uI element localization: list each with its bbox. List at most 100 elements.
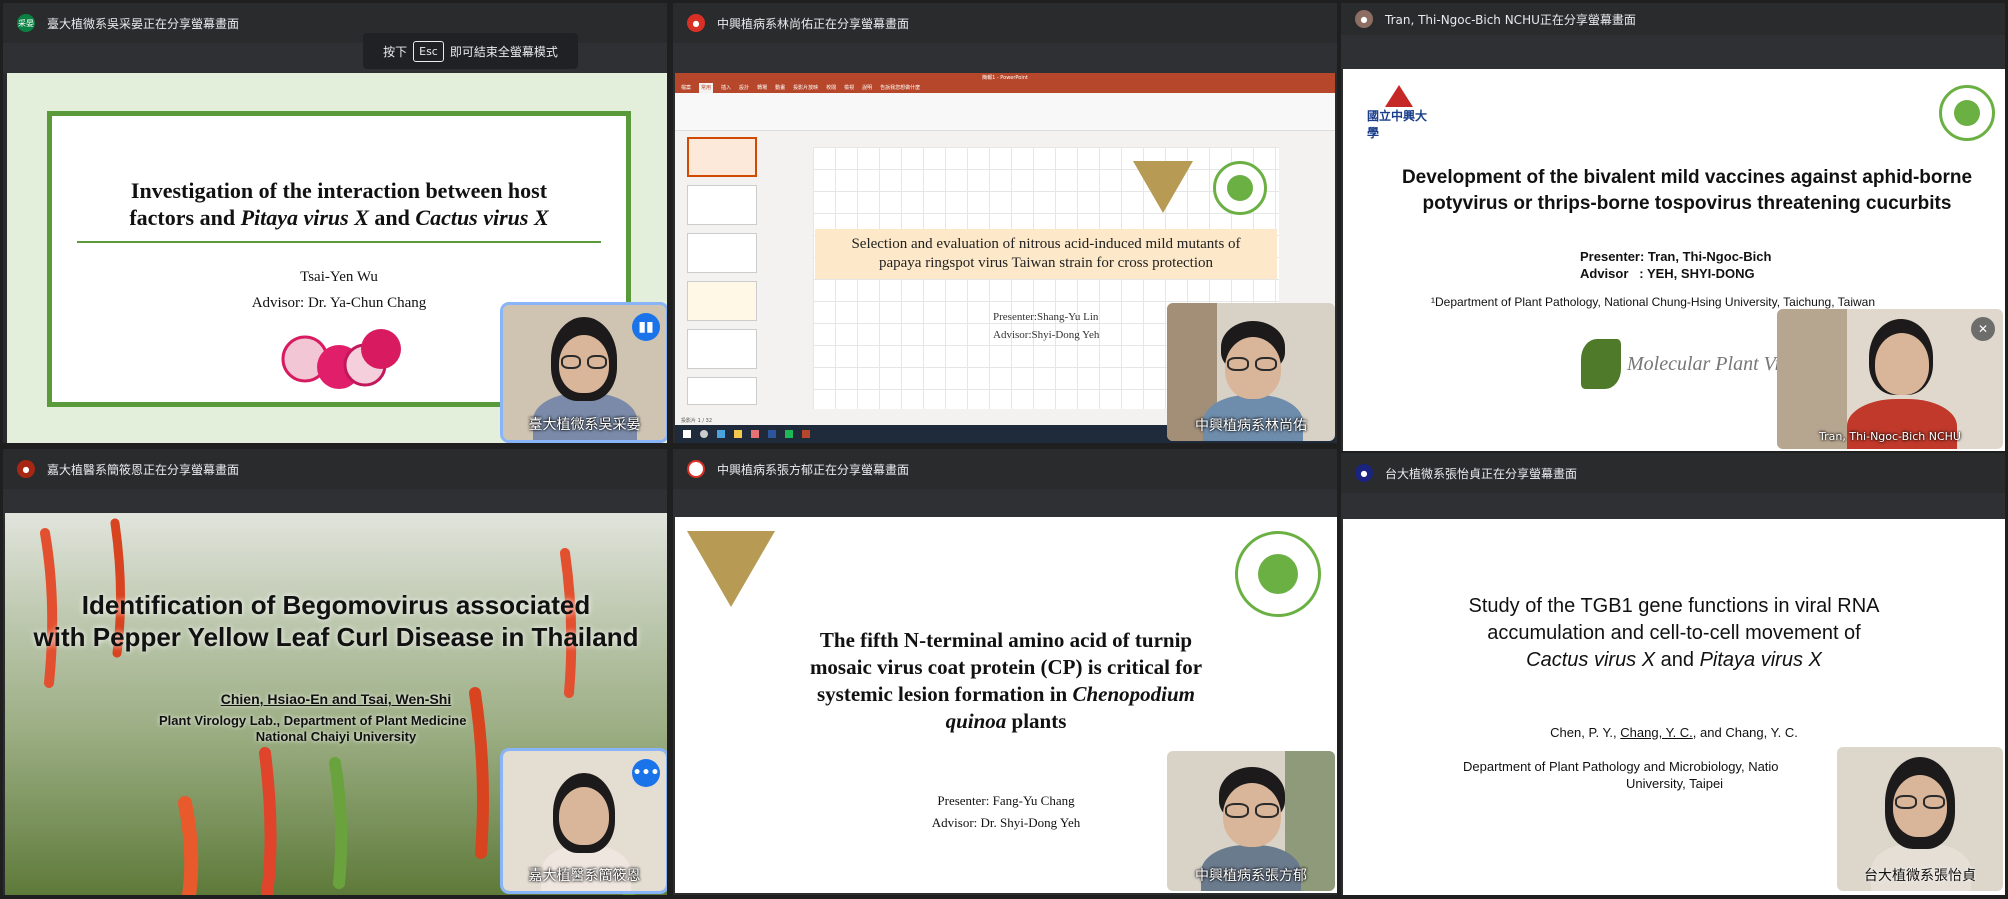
person-face xyxy=(1875,333,1929,395)
glasses xyxy=(1227,357,1249,371)
participant-video[interactable]: 中興植病系林尚佑 xyxy=(1167,303,1335,441)
plant-path-logo xyxy=(1235,531,1321,617)
taskbar-icon[interactable] xyxy=(734,430,742,438)
ppt-tab[interactable]: 插入 xyxy=(721,83,731,93)
participant-tile-5[interactable]: 中興植病系張方郁正在分享螢幕畫面 The fifth N-terminal am… xyxy=(673,449,1337,895)
mic-off-icon: ✕ xyxy=(1971,317,1995,341)
ppt-titlebar: 簡報1 - PowerPoint xyxy=(675,73,1335,83)
taskbar-icon[interactable] xyxy=(717,430,725,438)
meeting-grid: 采晏 臺大植微系吳采晏正在分享螢幕畫面 按下 Esc 即可結束全螢幕模式 Inv… xyxy=(0,0,2008,899)
plant-path-logo xyxy=(1213,161,1267,215)
slide-thumbnail[interactable] xyxy=(687,185,757,225)
participant-tile-6[interactable]: ● 台大植微系張怡貞正在分享螢幕畫面 Study of the TGB1 gen… xyxy=(1341,453,2005,895)
participant-video[interactable]: 台大植微系張怡貞 xyxy=(1837,747,2003,891)
taskbar-icon[interactable] xyxy=(802,430,810,438)
glasses xyxy=(561,355,581,369)
leaf-icon xyxy=(1581,339,1621,389)
ppt-thumbnails xyxy=(681,135,761,407)
glasses xyxy=(1255,357,1277,371)
participant-name: 中興植病系張方郁 xyxy=(1195,868,1307,884)
glasses xyxy=(1895,795,1917,809)
room-shelf xyxy=(1777,309,1847,449)
participant-tile-4[interactable]: ● 嘉大植醫系簡筱恩正在分享螢幕畫面 Identification of Beg… xyxy=(3,449,667,895)
ppt-tab[interactable]: 檢視 xyxy=(844,83,854,93)
ppt-tab[interactable]: 轉場 xyxy=(757,83,767,93)
participant-tile-3[interactable]: ● Tran, Thi-Ngoc-Bich NCHU正在分享螢幕畫面 國立中興大… xyxy=(1341,3,2005,451)
participant-tile-2[interactable]: ● 中興植病系林尚佑正在分享螢幕畫面 簡報1 - PowerPoint 檔案 常… xyxy=(673,3,1337,443)
ppt-tab[interactable]: 動畫 xyxy=(775,83,785,93)
participant-video[interactable]: ✕ Tran, Thi-Ngoc-Bich NCHU xyxy=(1777,309,2003,449)
participant-name: 中興植病系林尚佑 xyxy=(1195,418,1307,434)
slide-thumbnail[interactable] xyxy=(687,233,757,273)
person-face xyxy=(559,787,609,845)
speaking-icon: ▮▮ xyxy=(632,313,660,341)
affiliation: ¹Department of Plant Pathology, National… xyxy=(1431,295,1876,309)
avatar xyxy=(687,460,705,478)
avatar: ● xyxy=(1355,464,1373,482)
participant-name: 嘉大植醫系簡筱恩 xyxy=(528,868,641,884)
pitaya-fruit-image xyxy=(281,329,401,389)
ppt-ribbon-tabs: 檔案 常用 插入 設計 轉場 動畫 投影片放映 校閱 檢視 說明 告訴我您想做什… xyxy=(675,83,1335,93)
esc-key: Esc xyxy=(413,40,444,62)
author-names: Chen, P. Y., Chang, Y. C., and Chang, Y.… xyxy=(1550,725,1798,740)
ppt-ribbon xyxy=(675,93,1335,131)
plant-path-logo xyxy=(1939,85,1995,141)
author-names: Chien, Hsiao-En and Tsai, Wen-Shi xyxy=(220,691,452,707)
tile-header: ● 台大植微系張怡貞正在分享螢幕畫面 xyxy=(1341,453,2005,493)
more-options-icon[interactable]: ••• xyxy=(632,759,660,787)
tile-toolbar xyxy=(673,43,1337,73)
taskbar-icon[interactable] xyxy=(768,430,776,438)
banner-text: 即可結束全螢幕模式 xyxy=(449,44,558,59)
taskbar-icon[interactable] xyxy=(700,430,708,438)
slide-thumbnail[interactable] xyxy=(687,377,757,405)
ppt-tab[interactable]: 說明 xyxy=(862,83,872,93)
avatar: ● xyxy=(17,460,35,478)
tile-header: ● Tran, Thi-Ngoc-Bich NCHU正在分享螢幕畫面 xyxy=(1341,3,2005,35)
participant-name: 台大植微系張怡貞 xyxy=(1864,868,1976,884)
glasses xyxy=(1225,803,1249,818)
lab-name: Plant Virology Lab., Department of Plant… xyxy=(159,713,467,728)
participant-tile-1[interactable]: 采晏 臺大植微系吳采晏正在分享螢幕畫面 按下 Esc 即可結束全螢幕模式 Inv… xyxy=(3,3,667,443)
presenting-label: 中興植病系林尚佑正在分享螢幕畫面 xyxy=(717,16,910,31)
taskbar-icon[interactable] xyxy=(751,430,759,438)
nchu-logo xyxy=(1133,161,1193,213)
ppt-tab[interactable]: 檔案 xyxy=(681,83,691,93)
slide-title: Identification of Begomovirus associated… xyxy=(33,590,639,652)
ppt-tab[interactable]: 常用 xyxy=(699,83,714,93)
nchu-logo xyxy=(687,531,775,607)
tile-header: 中興植病系張方郁正在分享螢幕畫面 xyxy=(673,449,1337,489)
ppt-tab[interactable]: 設計 xyxy=(739,83,749,93)
slide-thumbnail[interactable] xyxy=(687,137,757,177)
tile-toolbar xyxy=(1341,35,2005,69)
university-name: National Chaiyi University xyxy=(255,729,417,744)
windows-start-icon[interactable] xyxy=(683,430,691,438)
avatar: ● xyxy=(1355,10,1373,28)
author-name: Tsai-Yen Wu xyxy=(300,269,378,285)
slide-title: Study of the TGB1 gene functions in vira… xyxy=(1468,595,1880,671)
ppt-tab[interactable]: 校閱 xyxy=(826,83,836,93)
self-video[interactable]: ▮▮ 臺大植微系吳采晏 xyxy=(500,302,667,443)
taskbar-icon[interactable] xyxy=(785,430,793,438)
ppt-tab[interactable]: 告訴我您想做什麼 xyxy=(880,83,920,93)
participant-video[interactable]: 中興植病系張方郁 xyxy=(1167,751,1335,891)
department: Department of Plant Pathology and Microb… xyxy=(1463,759,1779,774)
tile-header: ● 嘉大植醫系簡筱恩正在分享螢幕畫面 xyxy=(3,449,667,489)
slide-title: Investigation of the interaction between… xyxy=(129,178,549,230)
presenting-label: 台大植微系張怡貞正在分享螢幕畫面 xyxy=(1385,466,1578,481)
participant-video[interactable]: ••• 嘉大植醫系簡筱恩 xyxy=(500,748,667,894)
fullscreen-exit-banner: 按下 Esc 即可結束全螢幕模式 xyxy=(363,33,578,69)
glasses xyxy=(1923,795,1945,809)
presenter-name: Presenter: Tran, Thi-Ngoc-Bich xyxy=(1580,249,1772,264)
slide-thumbnail[interactable] xyxy=(687,329,757,369)
presenter-name: Presenter:Shang-Yu Lin xyxy=(993,311,1099,323)
department: University, Taipei xyxy=(1626,776,1724,791)
nchu-logo: 國立中興大學 xyxy=(1367,85,1437,141)
presenting-label: 中興植病系張方郁正在分享螢幕畫面 xyxy=(717,462,910,477)
advisor-name: Advisor : YEH, SHYI-DONG xyxy=(1580,266,1755,281)
ppt-tab[interactable]: 投影片放映 xyxy=(793,83,818,93)
presenting-label: 臺大植微系吳采晏正在分享螢幕畫面 xyxy=(47,16,240,31)
avatar: ● xyxy=(687,14,705,32)
presenting-label: Tran, Thi-Ngoc-Bich NCHU正在分享螢幕畫面 xyxy=(1385,12,1636,27)
slide-thumbnail[interactable] xyxy=(687,281,757,321)
tile-toolbar xyxy=(673,489,1337,519)
